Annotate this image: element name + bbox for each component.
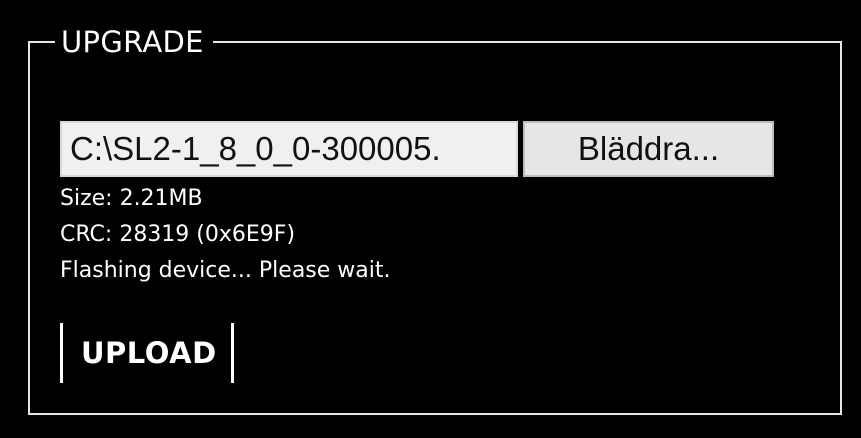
upgrade-legend: UPGRADE bbox=[55, 22, 213, 62]
status-text: Flashing device... Please wait. bbox=[60, 258, 391, 283]
upload-button[interactable]: UPLOAD bbox=[60, 323, 234, 383]
file-size-text: Size: 2.21MB bbox=[60, 186, 203, 211]
crc-text: CRC: 28319 (0x6E9F) bbox=[60, 222, 296, 247]
file-path-field[interactable]: C:\SL2-1_8_0_0-300005. bbox=[60, 121, 518, 177]
upgrade-page: UPGRADE C:\SL2-1_8_0_0-300005. Bläddra..… bbox=[0, 0, 861, 438]
file-picker: C:\SL2-1_8_0_0-300005. Bläddra... bbox=[60, 121, 774, 177]
browse-button[interactable]: Bläddra... bbox=[523, 121, 774, 177]
